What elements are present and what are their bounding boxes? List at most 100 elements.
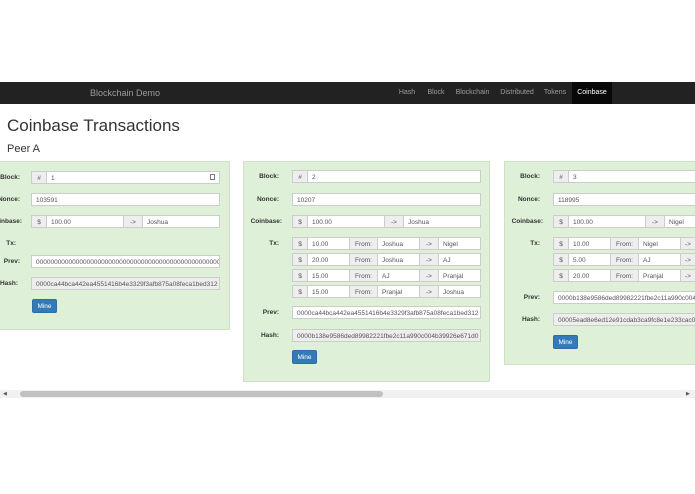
from-addon: From: [349,253,378,266]
block-number-input[interactable]: 1 [46,171,220,184]
peer-title: Peer A [7,143,41,155]
nonce-input[interactable]: 10207 [292,193,481,206]
arrow-addon: -> [680,269,695,282]
dollar-addon: $ [553,253,569,266]
arrow-addon: -> [123,215,143,228]
dollar-addon: $ [31,215,47,228]
from-addon: From: [610,269,639,282]
dollar-addon: $ [292,237,308,250]
navbar-brand[interactable]: Blockchain Demo [90,82,160,104]
tx-amount-input[interactable]: 15.00 [307,269,350,282]
tx-to-input[interactable]: Joshua [438,285,481,298]
coinbase-to-input[interactable]: Nigel [664,215,695,228]
hash-sign-addon: # [31,171,47,184]
tx-amount-input[interactable]: 20.00 [307,253,350,266]
coinbase-amount-input[interactable]: 100.00 [307,215,385,228]
coinbase-amount-input[interactable]: 100.00 [568,215,646,228]
block-label: Block: [0,174,20,181]
hash-sign-addon: # [553,170,569,183]
tx-amount-input[interactable]: 5.00 [568,253,611,266]
hash-output: 0000ca44bca442ea4551416b4e3329f3afb875a0… [31,277,220,290]
navbar: Blockchain Demo Hash Block Blockchain Di… [0,82,695,104]
prev-label: Prev: [523,294,540,301]
nav-item-distributed[interactable]: Distributed [498,82,536,104]
prev-label: Prev: [262,309,279,316]
hash-label: Hash: [260,332,279,339]
hash-label: Hash: [521,316,540,323]
nonce-label: Nonce: [517,196,540,203]
coinbase-label: Coinbase: [0,218,22,225]
tx-from-input[interactable]: Nigel [638,237,681,250]
page-title: Coinbase Transactions [7,116,180,135]
tx-amount-input[interactable]: 15.00 [307,285,350,298]
tx-label: Tx: [6,240,16,247]
tx-amount-input[interactable]: 10.00 [307,237,350,250]
hash-sign-addon: # [292,170,308,183]
nav-item-hash[interactable]: Hash [395,82,419,104]
tx-label: Tx: [530,240,540,247]
nonce-input[interactable]: 118995 [553,193,695,206]
prev-label: Prev: [3,258,20,265]
nav-item-tokens[interactable]: Tokens [541,82,569,104]
arrow-addon: -> [680,237,695,250]
hash-label: Hash: [0,280,18,287]
from-addon: From: [349,285,378,298]
tx-from-input[interactable]: AJ [638,253,681,266]
hash-output: 0000b138e9586ded89982221fbe2c11a990c004b… [292,329,481,342]
nav-item-blockchain[interactable]: Blockchain [453,82,492,104]
coinbase-to-input[interactable]: Joshua [403,215,481,228]
block-label: Block: [259,173,279,180]
scroll-right-icon[interactable]: ▶ [686,391,690,397]
tx-to-input[interactable]: AJ [438,253,481,266]
arrow-addon: -> [384,215,404,228]
nonce-input[interactable]: 103591 [31,193,220,206]
from-addon: From: [349,237,378,250]
tx-from-input[interactable]: Joshua [377,237,420,250]
from-addon: From: [349,269,378,282]
mine-button[interactable]: Mine [32,299,57,313]
nonce-label: Nonce: [0,196,20,203]
dollar-addon: $ [292,253,308,266]
block-number-input[interactable]: 2 [307,170,481,183]
hash-output: 00005ead8e6ed12e91cdab3ca9fc8e1e233cac04 [553,313,695,326]
block-label: Block: [520,173,540,180]
dollar-addon: $ [292,269,308,282]
mine-button[interactable]: Mine [553,335,578,349]
tx-to-input[interactable]: Pranjal [438,269,481,282]
nav-item-block[interactable]: Block [424,82,448,104]
tx-to-input[interactable]: Nigel [438,237,481,250]
tx-from-input[interactable]: Joshua [377,253,420,266]
block-number-input[interactable]: 3 [568,170,695,183]
arrow-addon: -> [419,253,439,266]
dollar-addon: $ [553,237,569,250]
dollar-addon: $ [292,215,308,228]
arrow-addon: -> [680,253,695,266]
tx-from-input[interactable]: AJ [377,269,420,282]
arrow-addon: -> [419,269,439,282]
scroll-left-icon[interactable]: ◀ [3,391,7,397]
prev-hash-input[interactable]: 0000b138e9586ded89982221fbe2c11a990c004b [553,291,695,304]
coinbase-label: Coinbase: [511,218,543,225]
arrow-addon: -> [645,215,665,228]
dollar-addon: $ [553,269,569,282]
tx-from-input[interactable]: Pranjal [377,285,420,298]
from-addon: From: [610,253,639,266]
prev-hash-input[interactable]: 0000ca44bca442ea4551416b4e3329f3afb875a0… [292,306,481,319]
tx-amount-input[interactable]: 20.00 [568,269,611,282]
prev-hash-input[interactable]: 0000000000000000000000000000000000000000… [31,255,220,268]
nav-item-coinbase[interactable]: Coinbase [572,82,612,104]
arrow-addon: -> [419,237,439,250]
clipboard-icon [210,174,215,180]
dollar-addon: $ [553,215,569,228]
mine-button[interactable]: Mine [292,350,317,364]
coinbase-amount-input[interactable]: 100.00 [46,215,124,228]
tx-from-input[interactable]: Pranjal [638,269,681,282]
dollar-addon: $ [292,285,308,298]
tx-amount-input[interactable]: 10.00 [568,237,611,250]
arrow-addon: -> [419,285,439,298]
coinbase-label: Coinbase: [250,218,282,225]
from-addon: From: [610,237,639,250]
coinbase-to-input[interactable]: Joshua [142,215,220,228]
scrollbar-thumb[interactable] [20,391,383,397]
nonce-label: Nonce: [256,196,279,203]
